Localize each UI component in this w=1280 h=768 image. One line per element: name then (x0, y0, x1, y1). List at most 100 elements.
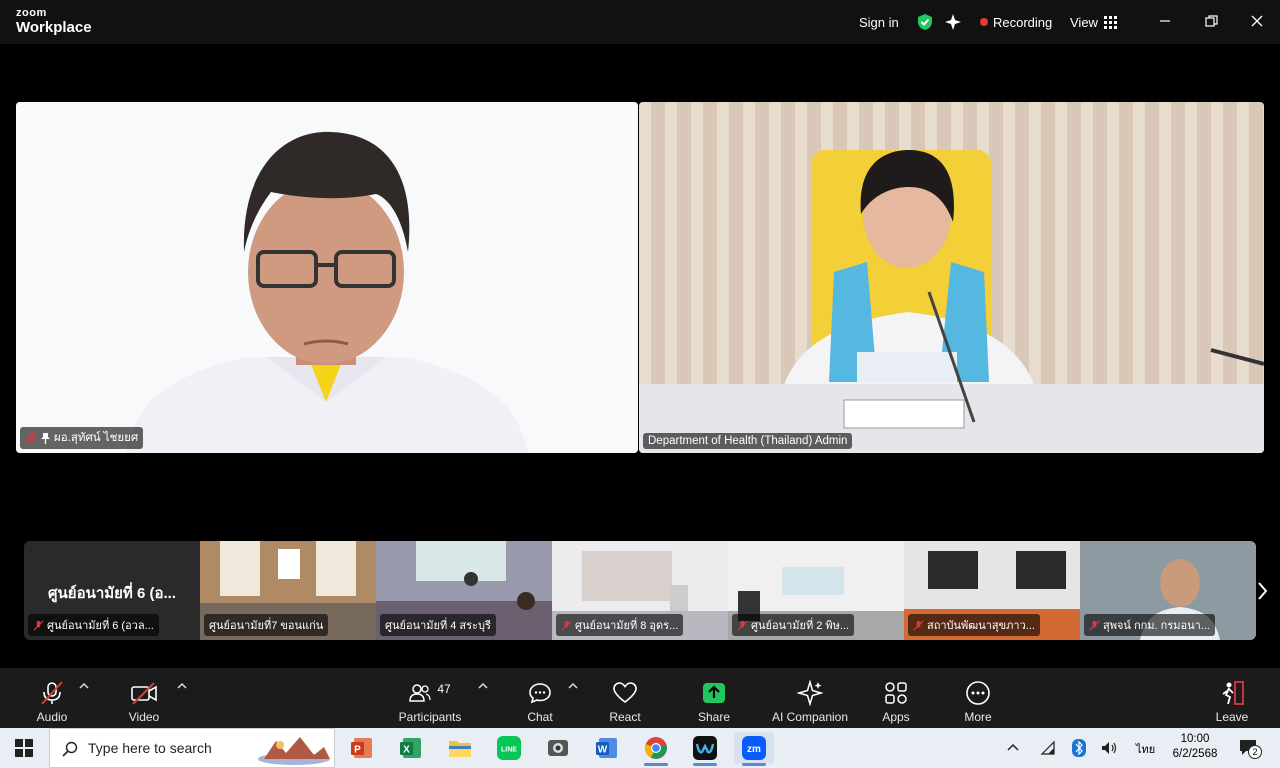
react-button[interactable]: React (604, 668, 646, 728)
taskbar-excel-icon[interactable]: X (391, 732, 431, 764)
taskbar-clock[interactable]: 10:00 6/2/2568 (1168, 732, 1222, 762)
more-icon (966, 681, 990, 705)
svg-text:LINE: LINE (501, 747, 517, 754)
taskbar-webex-icon[interactable] (685, 732, 725, 766)
clock-time: 10:00 (1180, 733, 1210, 745)
view-label: View (1070, 14, 1098, 30)
mic-muted-icon (41, 681, 63, 705)
taskbar-file-explorer-icon[interactable] (440, 732, 480, 764)
recording-label: Recording (993, 14, 1053, 30)
svg-text:X: X (403, 745, 410, 756)
chevron-up-icon (177, 682, 187, 689)
muted-mic-icon (33, 619, 44, 631)
minimize-button[interactable] (1148, 6, 1182, 36)
leave-icon (1222, 681, 1244, 705)
participant-thumbnail[interactable]: สุพจน์ กกม. กรมอนา... (1080, 541, 1256, 640)
participant-thumbnail[interactable]: ศูนย์อนามัยที่ 6 (อ... ศูนย์อนามัยที่ 6 … (24, 541, 200, 640)
participant-name: ศูนย์อนามัยที่ 4 สระบุรี (385, 620, 491, 632)
notification-count-badge: 2 (1248, 745, 1262, 759)
leave-button[interactable]: Leave (1212, 668, 1252, 728)
video-options-caret[interactable] (177, 682, 187, 693)
svg-text:P: P (354, 745, 361, 756)
taskbar-line-icon[interactable]: LINE (489, 732, 529, 764)
participant-name: ศูนย์อนามัยที่ 6 (อวล... (47, 620, 154, 632)
input-language-indicator[interactable]: ไทย (1136, 740, 1155, 758)
heart-icon (613, 682, 637, 704)
participant-thumbnail[interactable]: ศูนย์อนามัยที่ 4 สระบุรี (376, 541, 552, 640)
windows-logo-icon (15, 739, 33, 757)
bluetooth-icon[interactable] (1072, 739, 1086, 762)
chevron-up-icon (1007, 743, 1019, 751)
taskbar-search-box[interactable]: Type here to search (49, 728, 335, 768)
logo-line2: Workplace (16, 19, 92, 36)
taskbar-chrome-icon[interactable] (636, 732, 676, 766)
video-label: Video (128, 710, 160, 724)
strip-next-button[interactable] (1256, 578, 1270, 604)
ai-sparkle-icon[interactable] (944, 0, 962, 44)
chat-label: Chat (527, 710, 553, 724)
participant-name-tag: ศูนย์อนามัยที่ 4 สระบุรี (380, 614, 496, 636)
taskbar-powerpoint-icon[interactable]: P (342, 732, 382, 764)
participant-thumbnail[interactable]: ศูนย์อนามัยที่ 2 พิษ... (728, 541, 904, 640)
show-hidden-icons-button[interactable] (1006, 740, 1020, 758)
network-icon[interactable] (1040, 740, 1056, 761)
muted-mic-icon (1089, 619, 1100, 631)
taskbar-zoom-icon[interactable]: zm (734, 732, 774, 766)
muted-mic-icon (737, 619, 748, 631)
taskbar-camera-app-icon[interactable] (538, 732, 578, 764)
participant-name: สถาบันพัฒนาสุขภาว... (927, 620, 1035, 632)
video-button[interactable]: Video (120, 668, 168, 728)
ai-companion-sparkle-icon (797, 680, 823, 706)
restore-button[interactable] (1194, 6, 1228, 36)
participant-thumbnail[interactable]: ศูนย์อนามัยที่7 ขอนแก่น (200, 541, 376, 640)
participant-card-title: ศูนย์อนามัยที่ 6 (อ... (48, 585, 176, 602)
speaker-1-video-feed (16, 102, 638, 453)
restore-icon (1204, 14, 1218, 27)
apps-label: Apps (882, 710, 910, 724)
ai-companion-button[interactable]: AI Companion (770, 668, 850, 728)
logo-line1: zoom (16, 7, 47, 19)
participants-icon (409, 684, 431, 702)
share-button[interactable]: Share (692, 668, 736, 728)
share-screen-icon (703, 683, 725, 703)
participant-name: ศูนย์อนามัยที่ 2 พิษ... (751, 620, 850, 632)
ai-companion-label: AI Companion (771, 710, 849, 724)
participant-thumbnail[interactable]: สถาบันพัฒนาสุขภาว... (904, 541, 1080, 640)
recording-dot-icon (980, 18, 988, 26)
muted-mic-icon (561, 619, 572, 631)
chat-options-caret[interactable] (568, 682, 578, 693)
participant-name-tag: ศูนย์อนามัยที่ 6 (อวล... (28, 614, 159, 636)
video-tile-speaker-1[interactable]: ผอ.สุทัศน์ ไชยยศ (16, 102, 638, 453)
taskbar-word-icon[interactable]: W (587, 732, 627, 764)
participant-strip: ศูนย์อนามัยที่ 6 (อ... ศูนย์อนามัยที่ 6 … (24, 541, 1256, 640)
svg-text:zm: zm (747, 744, 761, 755)
search-icon (62, 741, 78, 757)
meeting-toolbar: Audio Video 47 Participants Chat React S… (0, 668, 1280, 728)
sign-in-label: Sign in (859, 14, 899, 30)
participants-label: Participants (398, 710, 462, 724)
start-button[interactable] (0, 728, 48, 768)
participant-thumbnail[interactable]: ศูนย์อนามัยที่ 8 อุดร... (552, 541, 728, 640)
participants-options-caret[interactable] (478, 682, 488, 693)
participant-name: ศูนย์อนามัยที่ 8 อุดร... (575, 620, 679, 632)
volume-icon[interactable] (1101, 740, 1119, 761)
close-button[interactable] (1240, 6, 1274, 36)
apps-button[interactable]: Apps (876, 668, 916, 728)
chevron-up-icon (478, 682, 488, 689)
chevron-up-icon (568, 682, 578, 689)
view-button[interactable]: View (1070, 0, 1117, 44)
audio-options-caret[interactable] (79, 682, 89, 693)
audio-button[interactable]: Audio (28, 668, 76, 728)
security-shield-icon[interactable] (916, 0, 934, 44)
notifications-button[interactable]: 2 (1238, 737, 1262, 764)
participants-button[interactable]: 47 Participants (396, 668, 464, 728)
participant-name-tag: สุพจน์ กกม. กรมอนา... (1084, 614, 1215, 636)
recording-indicator[interactable]: Recording (980, 0, 1052, 44)
video-tile-speaker-2[interactable]: Department of Health (Thailand) Admin (639, 102, 1264, 453)
close-icon (1251, 15, 1263, 27)
chat-button[interactable]: Chat (520, 668, 560, 728)
participant-name-tag: ศูนย์อนามัยที่ 8 อุดร... (556, 614, 684, 636)
more-button[interactable]: More (958, 668, 998, 728)
clock-date: 6/2/2568 (1172, 748, 1218, 760)
sign-in-button[interactable]: Sign in (859, 0, 899, 44)
